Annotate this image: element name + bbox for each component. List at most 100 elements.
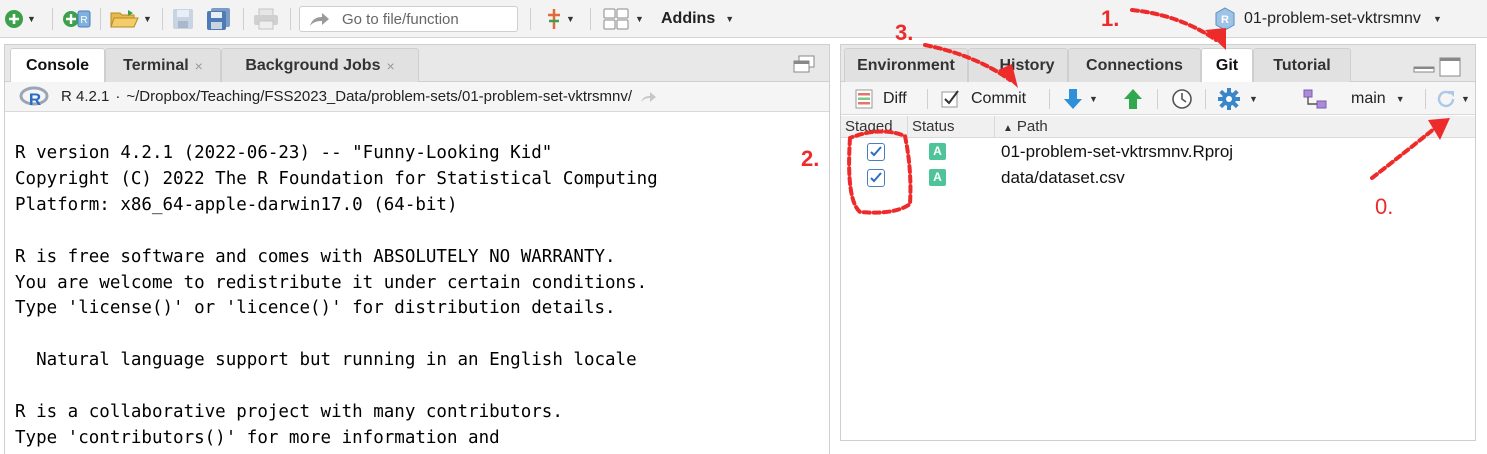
go-to-directory-icon[interactable] xyxy=(640,90,658,104)
column-staged[interactable]: Staged xyxy=(841,116,908,138)
gear-icon xyxy=(1218,87,1240,110)
pull-button[interactable]: ▼ xyxy=(1063,82,1098,115)
project-name: 01-problem-set-vktrsmnv xyxy=(1244,10,1421,27)
annotation-step-3: 3. xyxy=(895,20,914,45)
annotation-step-0: 0. xyxy=(1375,194,1394,219)
print-button[interactable] xyxy=(253,0,279,38)
save-all-icon xyxy=(207,8,230,30)
tab-label: Git xyxy=(1215,57,1239,74)
new-branch-button[interactable] xyxy=(1303,82,1327,115)
path-separator: · xyxy=(115,88,121,105)
file-path[interactable]: 01-problem-set-vktrsmnv.Rproj xyxy=(1001,139,1233,165)
commit-button[interactable]: Commit xyxy=(941,82,1026,115)
go-to-file-placeholder: Go to file/function xyxy=(342,10,459,28)
diff-button[interactable]: Diff xyxy=(855,82,907,115)
tab-background-jobs[interactable]: Background Jobs × xyxy=(221,48,419,82)
pane-layout-button[interactable]: ▼ xyxy=(603,0,644,38)
maximize-pane-button[interactable] xyxy=(1439,57,1461,82)
tab-label: Console xyxy=(25,57,90,74)
file-path[interactable]: data/dataset.csv xyxy=(1001,165,1125,191)
column-path[interactable]: ▲ Path xyxy=(995,116,1475,138)
tab-label: Environment xyxy=(857,56,955,74)
main-toolbar: ▼ R ▼ Go to file/function ▼ ▼ Addins ▼ R… xyxy=(0,0,1487,38)
console-line: R version 4.2.1 (2022-06-23) -- "Funny-L… xyxy=(15,143,553,163)
chevron-down-icon: ▼ xyxy=(725,14,735,24)
tab-connections[interactable]: Connections xyxy=(1068,48,1201,82)
console-line: Platform: x86_64-apple-darwin17.0 (64-bi… xyxy=(15,194,458,215)
branch-name: main xyxy=(1351,89,1386,107)
tab-label: Tutorial xyxy=(1273,56,1331,74)
working-directory[interactable]: ~/Dropbox/Teaching/FSS2023_Data/problem-… xyxy=(126,88,632,105)
go-to-file-input[interactable]: Go to file/function xyxy=(299,6,518,32)
git-settings-button[interactable]: ▼ xyxy=(1217,82,1258,115)
arrow-down-icon xyxy=(1064,88,1082,109)
diff-icon xyxy=(855,89,873,108)
arrow-up-icon xyxy=(1124,88,1142,109)
chevron-down-icon: ▼ xyxy=(1432,14,1442,24)
maximize-pane-button[interactable] xyxy=(793,55,815,78)
console-pane: Console Terminal × Background Jobs × R R… xyxy=(4,44,830,454)
git-branch-icon xyxy=(548,9,560,29)
tab-history[interactable]: History xyxy=(968,48,1068,82)
console-tabbar: Console Terminal × Background Jobs × xyxy=(5,45,829,83)
r-logo-icon: R xyxy=(19,86,49,109)
tab-tutorial[interactable]: Tutorial xyxy=(1253,48,1351,82)
console-line: Type 'contributors()' for more informati… xyxy=(15,427,500,448)
branch-icon xyxy=(1303,89,1327,108)
tab-git[interactable]: Git xyxy=(1201,48,1253,83)
save-button[interactable] xyxy=(172,0,194,38)
git-file-row[interactable]: A data/dataset.csv xyxy=(841,165,1475,191)
chevron-down-icon: ▼ xyxy=(143,14,152,24)
new-project-button[interactable]: R xyxy=(62,0,92,38)
tab-environment[interactable]: Environment xyxy=(844,48,968,82)
tab-label: History xyxy=(999,56,1055,74)
column-status[interactable]: Status xyxy=(908,116,995,138)
svg-text:R: R xyxy=(80,15,87,26)
annotation-step-2: 2. xyxy=(801,146,820,171)
tab-console[interactable]: Console xyxy=(10,48,105,83)
vcs-button[interactable]: ▼ xyxy=(545,0,575,38)
git-pane: Environment History Connections Git Tuto… xyxy=(840,44,1476,441)
new-file-button[interactable]: ▼ xyxy=(4,0,36,38)
tab-label: Terminal xyxy=(123,56,189,74)
svg-text:R: R xyxy=(29,90,41,109)
refresh-button[interactable]: ▼ xyxy=(1435,82,1470,115)
save-icon xyxy=(173,9,193,29)
maximize-icon xyxy=(1439,57,1461,77)
branch-selector[interactable]: main ▼ xyxy=(1351,82,1405,115)
chevron-down-icon: ▼ xyxy=(27,14,36,24)
checkmark-icon xyxy=(870,172,882,183)
history-button[interactable] xyxy=(1171,82,1193,115)
column-label: Staged xyxy=(845,118,893,135)
console-line: Copyright (C) 2022 The R Foundation for … xyxy=(15,168,658,189)
commit-check-icon xyxy=(941,89,959,107)
addins-menu[interactable]: Addins ▼ xyxy=(661,0,734,38)
console-path-bar: R R 4.2.1 · ~/Dropbox/Teaching/FSS2023_D… xyxy=(5,82,829,112)
console-line: You are welcome to redistribute it under… xyxy=(15,272,648,293)
staged-checkbox[interactable] xyxy=(867,143,885,161)
console-output[interactable]: R version 4.2.1 (2022-06-23) -- "Funny-L… xyxy=(5,113,829,454)
close-icon[interactable]: × xyxy=(386,58,394,74)
git-file-row[interactable]: A 01-problem-set-vktrsmnv.Rproj xyxy=(841,139,1475,165)
chevron-down-icon: ▼ xyxy=(1089,93,1098,104)
new-project-icon: R xyxy=(63,10,91,28)
minimize-pane-button[interactable] xyxy=(1413,61,1435,79)
close-icon[interactable]: × xyxy=(195,58,203,74)
tab-terminal[interactable]: Terminal × xyxy=(105,48,221,82)
staged-checkbox[interactable] xyxy=(867,169,885,187)
grid-layout-icon xyxy=(603,8,629,30)
chevron-down-icon: ▼ xyxy=(1249,93,1258,104)
tab-label: Background Jobs xyxy=(245,56,381,74)
save-all-button[interactable] xyxy=(206,0,232,38)
console-line: R is free software and comes with ABSOLU… xyxy=(15,246,616,267)
column-label: Path xyxy=(1016,118,1048,135)
open-file-button[interactable]: ▼ xyxy=(110,0,152,38)
clock-icon xyxy=(1172,88,1192,109)
push-button[interactable] xyxy=(1123,82,1143,115)
go-to-arrow-icon xyxy=(310,13,329,26)
print-icon xyxy=(254,8,278,30)
environment-tabbar: Environment History Connections Git Tuto… xyxy=(841,45,1475,83)
project-menu[interactable]: R 01-problem-set-vktrsmnv ▼ xyxy=(1214,0,1442,38)
